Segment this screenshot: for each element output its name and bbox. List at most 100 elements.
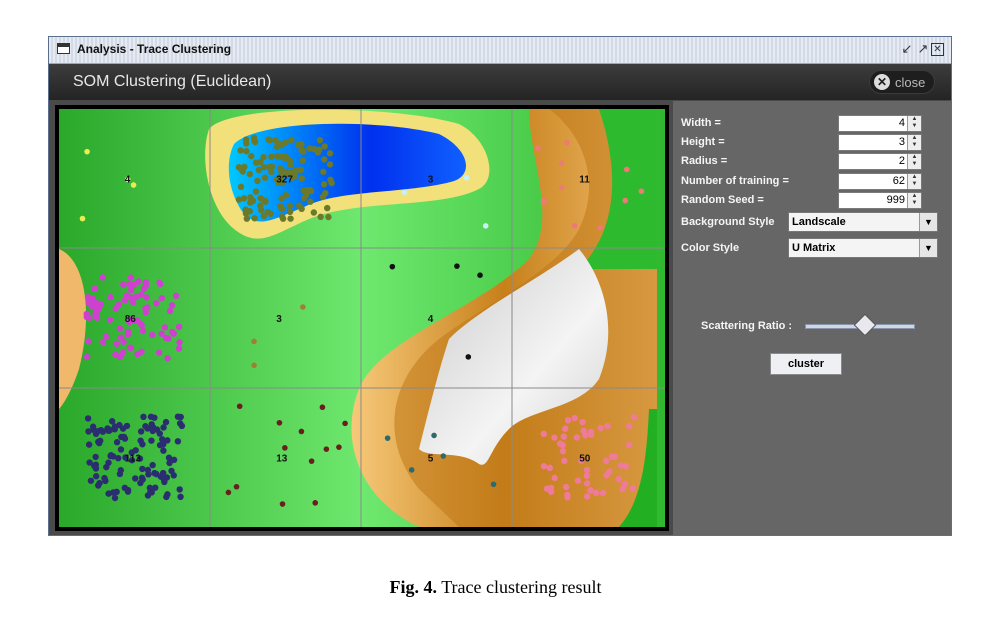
trace-point — [540, 430, 547, 438]
trace-point — [113, 340, 120, 348]
chevron-down-icon[interactable]: ▼ — [919, 239, 937, 257]
trace-point — [321, 143, 328, 150]
cell-count-label: 11 — [579, 175, 590, 186]
trace-point — [307, 198, 314, 205]
trace-point — [149, 461, 156, 469]
trace-point — [592, 489, 600, 497]
chevron-down-icon[interactable]: ▼ — [919, 213, 937, 231]
trace-point — [112, 305, 119, 312]
trace-point — [286, 202, 294, 209]
trace-point — [465, 354, 472, 360]
trace-point — [233, 483, 240, 490]
trace-point — [604, 422, 611, 430]
trace-point — [85, 441, 93, 448]
trace-point — [314, 149, 322, 156]
trace-point — [292, 166, 299, 174]
trace-point — [177, 413, 184, 421]
trace-point — [320, 168, 327, 175]
trace-point — [278, 205, 286, 213]
som-landscape: 4 327 3 11 86 3 4 113 13 5 50 — [59, 109, 665, 527]
spinner-arrows-icon[interactable]: ▲ ▼ — [907, 154, 921, 169]
trace-point — [115, 454, 122, 462]
background-style-select[interactable]: Landscale ▼ — [788, 212, 938, 232]
trace-point — [91, 285, 98, 293]
trace-point — [121, 297, 129, 304]
spinner-arrows-icon[interactable]: ▲ ▼ — [907, 116, 921, 131]
trace-point — [282, 192, 290, 199]
training-spinner[interactable]: 62 ▲ ▼ — [838, 173, 922, 190]
trace-point — [123, 422, 131, 430]
trace-point — [321, 156, 328, 163]
trace-point — [384, 435, 391, 441]
trace-point — [276, 419, 283, 426]
trace-point — [286, 157, 293, 164]
trace-point — [300, 148, 307, 155]
cell-count-label: 3 — [428, 175, 434, 186]
trace-point — [92, 453, 99, 461]
trace-point — [103, 463, 110, 471]
trace-point — [482, 223, 489, 229]
trace-point — [298, 175, 306, 182]
trace-point — [134, 350, 141, 358]
trace-point — [326, 150, 334, 157]
trace-point — [540, 463, 548, 470]
trace-point — [326, 161, 334, 168]
minimize-icon[interactable]: ↙ — [899, 41, 915, 57]
trace-point — [147, 413, 155, 420]
trace-point — [282, 445, 288, 451]
trace-point — [237, 147, 244, 154]
trace-point — [546, 464, 554, 472]
trace-point — [571, 222, 578, 229]
spinner-arrows-icon[interactable]: ▲ ▼ — [907, 174, 921, 189]
spinner-arrows-icon[interactable]: ▲ ▼ — [907, 135, 921, 150]
close-window-icon[interactable]: ✕ — [931, 43, 944, 56]
trace-point — [96, 479, 103, 487]
trace-point — [99, 274, 106, 281]
trace-point — [130, 182, 137, 188]
trace-point — [161, 324, 169, 331]
close-button[interactable]: ✕ close — [869, 70, 935, 94]
title-bar[interactable]: Analysis - Trace Clustering ↙ ↗ ✕ — [49, 37, 951, 64]
trace-point — [117, 446, 125, 453]
spinner-arrows-icon[interactable]: ▲ ▼ — [907, 193, 921, 208]
trace-point — [175, 323, 183, 331]
trace-point — [86, 314, 93, 321]
seed-spinner[interactable]: 999 ▲ ▼ — [838, 192, 922, 209]
trace-point — [277, 165, 284, 172]
trace-point — [294, 141, 302, 149]
slider-thumb[interactable] — [853, 313, 877, 337]
trace-point — [165, 454, 173, 461]
color-style-label: Color Style — [681, 242, 740, 254]
cell-count-label: 5 — [428, 453, 434, 464]
trace-point — [608, 453, 616, 460]
trace-point — [268, 153, 275, 160]
trace-point — [342, 420, 348, 427]
trace-point — [564, 139, 570, 146]
trace-point — [597, 424, 604, 432]
trace-point — [288, 136, 295, 144]
maximize-icon[interactable]: ↗ — [915, 41, 931, 57]
trace-point — [138, 322, 145, 329]
radius-spinner[interactable]: 2 ▲ ▼ — [838, 153, 922, 170]
trace-point — [268, 168, 275, 176]
trace-point — [140, 413, 147, 421]
trace-point — [327, 176, 334, 184]
height-spinner[interactable]: 3 ▲ ▼ — [838, 134, 922, 151]
trace-point — [560, 433, 567, 440]
cluster-button[interactable]: cluster — [770, 353, 842, 375]
width-spinner[interactable]: 4 ▲ ▼ — [838, 115, 922, 132]
trace-point — [573, 434, 581, 441]
trace-point — [120, 281, 127, 288]
color-style-select[interactable]: U Matrix ▼ — [788, 238, 938, 258]
settings-panel: Width = 4 ▲ ▼ Height = 3 ▲ ▼ Radius = 2 ▲ ▼… — [673, 101, 951, 535]
trace-point — [116, 325, 124, 332]
trace-point — [139, 327, 147, 335]
trace-point — [619, 485, 627, 493]
trace-point — [170, 472, 177, 479]
trace-point — [336, 444, 342, 450]
trace-point — [156, 441, 164, 449]
training-label: Number of training = — [681, 175, 789, 187]
trace-point — [564, 417, 572, 424]
trace-point — [320, 181, 328, 188]
trace-point — [583, 493, 591, 500]
